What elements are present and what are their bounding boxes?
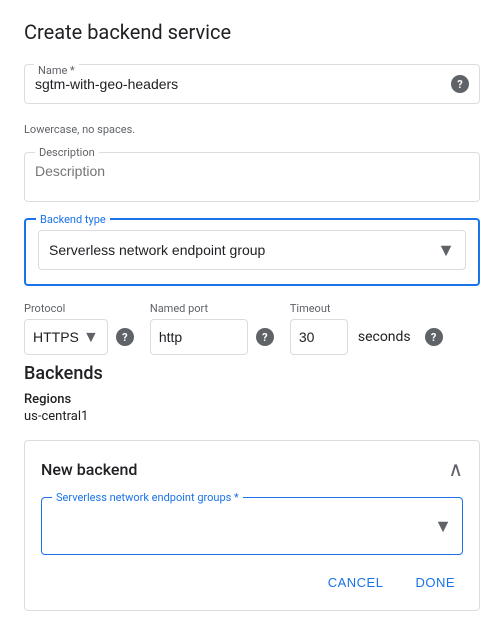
name-field-group: ? Name * Lowercase, no spaces.	[24, 64, 480, 136]
protocol-chevron-icon: ▼	[83, 327, 99, 347]
named-port-col: Named port ?	[150, 302, 274, 355]
protocol-select-wrapper[interactable]: HTTPS ▼	[24, 319, 108, 355]
protocol-row: Protocol HTTPS ▼ ? Named port ?	[24, 302, 480, 355]
timeout-col: Timeout seconds ?	[290, 302, 443, 355]
backend-type-select[interactable]: Serverless network endpoint group	[49, 242, 437, 258]
new-backend-header: New backend ∧	[41, 457, 463, 481]
name-hint: Lowercase, no spaces.	[24, 123, 480, 136]
backends-title: Backends	[24, 363, 480, 384]
protocol-help-icon[interactable]: ?	[116, 328, 134, 346]
timeout-label: Timeout	[290, 302, 443, 315]
name-input-wrapper: ?	[24, 64, 480, 104]
sneg-field: Serverless network endpoint groups * ▼	[41, 497, 463, 555]
new-backend-collapse-icon[interactable]: ∧	[448, 457, 463, 481]
sneg-input[interactable]	[52, 508, 434, 544]
name-help-icon[interactable]: ?	[451, 75, 469, 93]
backend-type-section: Backend type Serverless network endpoint…	[24, 218, 480, 286]
description-label: Description	[35, 146, 99, 159]
protocol-label: Protocol	[24, 302, 134, 315]
cancel-done-row: CANCEL DONE	[41, 571, 463, 594]
name-label: Name	[38, 64, 67, 77]
backend-type-select-wrapper[interactable]: Serverless network endpoint group ▼	[38, 230, 466, 270]
timeout-unit-label: seconds	[358, 329, 411, 345]
regions-label: Regions	[24, 392, 480, 407]
timeout-input[interactable]	[299, 329, 339, 345]
named-port-label: Named port	[150, 302, 274, 315]
protocol-col: Protocol HTTPS ▼ ?	[24, 302, 134, 355]
name-input[interactable]	[35, 76, 447, 92]
new-backend-title: New backend	[41, 460, 137, 479]
timeout-wrapper	[290, 319, 348, 355]
description-wrapper: Description	[24, 152, 480, 202]
description-input[interactable]	[35, 163, 469, 179]
timeout-help-icon[interactable]: ?	[425, 328, 443, 346]
done-button[interactable]: DONE	[407, 571, 463, 594]
page-title: Create backend service	[24, 20, 480, 44]
backend-type-chevron-icon: ▼	[437, 240, 455, 261]
new-backend-card: New backend ∧ Serverless network endpoin…	[24, 440, 480, 611]
named-port-input[interactable]	[159, 329, 239, 345]
description-field-group: Description	[24, 152, 480, 202]
sneg-label: Serverless network endpoint groups *	[52, 491, 243, 504]
sneg-chevron-icon[interactable]: ▼	[434, 516, 452, 537]
regions-value: us-central1	[24, 409, 480, 424]
backends-section: Backends Regions us-central1 New backend…	[24, 363, 480, 611]
named-port-wrapper	[150, 319, 248, 355]
sneg-select-row: ▼	[52, 508, 452, 544]
cancel-button[interactable]: CANCEL	[320, 571, 392, 594]
backend-type-label: Backend type	[36, 213, 110, 226]
protocol-select[interactable]: HTTPS	[33, 329, 79, 345]
named-port-help-icon[interactable]: ?	[256, 328, 274, 346]
